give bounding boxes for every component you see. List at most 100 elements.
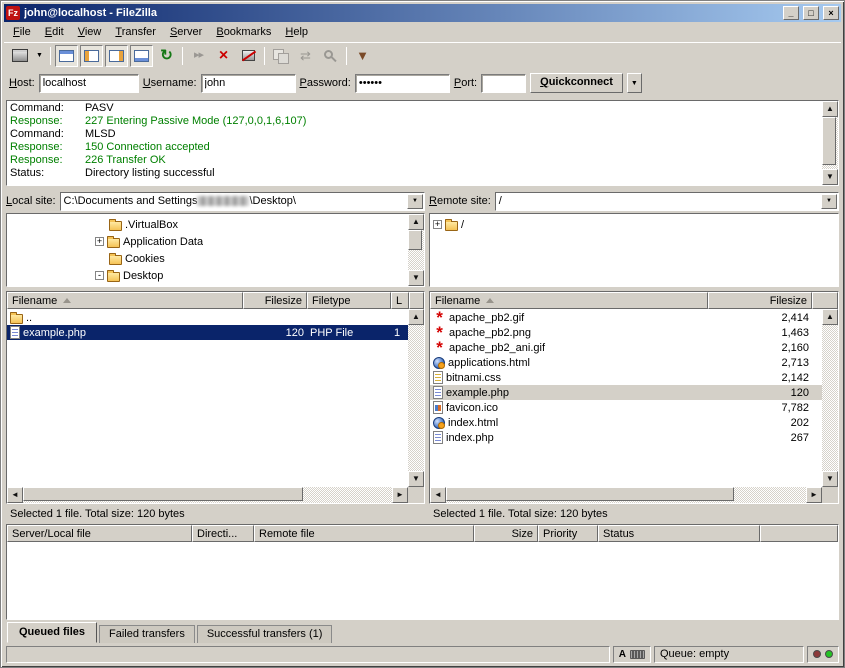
menu-item-view[interactable]: View bbox=[71, 23, 109, 41]
maximize-button[interactable]: □ bbox=[803, 6, 819, 20]
collapse-minus-icon[interactable]: - bbox=[95, 271, 104, 280]
tree-item-application-data[interactable]: +Application Data bbox=[7, 233, 408, 250]
title-bar[interactable]: Fz john@localhost - FileZilla _ □ × bbox=[4, 4, 841, 22]
menu-item-edit[interactable]: Edit bbox=[38, 23, 71, 41]
expand-plus-icon[interactable]: + bbox=[95, 237, 104, 246]
local-tree-scroll-track[interactable] bbox=[408, 230, 424, 270]
scroll-left-icon[interactable]: ◄ bbox=[430, 487, 446, 503]
local-site-combo[interactable]: C:\Documents and Settings\Desktop\ ▼ bbox=[60, 192, 425, 211]
column-header-size[interactable]: Size bbox=[474, 525, 538, 542]
cancel-button[interactable]: × bbox=[212, 45, 235, 67]
local-list-hscroll-track[interactable] bbox=[23, 487, 392, 503]
port-input[interactable] bbox=[481, 74, 526, 93]
remote-site-combo[interactable]: / ▼ bbox=[495, 192, 839, 211]
disconnect-button[interactable] bbox=[237, 45, 260, 67]
column-header-status[interactable]: Status bbox=[598, 525, 760, 542]
menu-item-help[interactable]: Help bbox=[278, 23, 315, 41]
file-name: index.html bbox=[448, 417, 498, 429]
scroll-down-icon[interactable]: ▼ bbox=[408, 471, 424, 487]
column-header-server-local-file[interactable]: Server/Local file bbox=[7, 525, 192, 542]
scroll-right-icon[interactable]: ► bbox=[392, 487, 408, 503]
scroll-down-icon[interactable]: ▼ bbox=[822, 169, 838, 185]
username-input[interactable] bbox=[201, 74, 296, 93]
file-row-[interactable]: .. bbox=[7, 310, 408, 325]
tree-item-cookies[interactable]: Cookies bbox=[7, 250, 408, 267]
host-input[interactable] bbox=[39, 74, 139, 93]
tree-item-virtualbox[interactable]: .VirtualBox bbox=[7, 216, 408, 233]
tab-queued-files[interactable]: Queued files bbox=[7, 622, 97, 643]
column-header-filesize[interactable]: Filesize bbox=[708, 292, 812, 309]
file-row-favicon-ico[interactable]: favicon.ico7,782 bbox=[430, 400, 822, 415]
menu-item-file[interactable]: File bbox=[6, 23, 38, 41]
scroll-up-icon[interactable]: ▲ bbox=[822, 101, 838, 117]
site-manager-button[interactable] bbox=[8, 45, 31, 67]
scroll-left-icon[interactable]: ◄ bbox=[7, 487, 23, 503]
menu-item-server[interactable]: Server bbox=[163, 23, 209, 41]
menu-item-bookmarks[interactable]: Bookmarks bbox=[209, 23, 278, 41]
column-header-filename[interactable]: Filename bbox=[7, 292, 243, 309]
tree-item-desktop[interactable]: -Desktop bbox=[7, 267, 408, 284]
scroll-down-icon[interactable]: ▼ bbox=[408, 270, 424, 286]
file-cell-text: 2,160 bbox=[781, 342, 809, 354]
column-header-filetype[interactable]: Filetype bbox=[307, 292, 391, 309]
file-row-applications-html[interactable]: applications.html2,713 bbox=[430, 355, 822, 370]
local-site-dropdown-icon[interactable]: ▼ bbox=[407, 194, 423, 209]
log-scroll-thumb[interactable] bbox=[822, 117, 836, 165]
log-line-label: Command: bbox=[7, 102, 85, 115]
local-list-vscroll-track[interactable] bbox=[408, 325, 424, 471]
column-header-filesize[interactable]: Filesize bbox=[243, 292, 307, 309]
column-header-remote-file[interactable]: Remote file bbox=[254, 525, 474, 542]
local-list-hscroll-thumb[interactable] bbox=[23, 487, 303, 501]
expand-plus-icon[interactable]: + bbox=[433, 220, 442, 229]
local-tree-scroll-thumb[interactable] bbox=[408, 230, 422, 250]
transfer-queue-body[interactable] bbox=[7, 542, 838, 619]
column-header-priority[interactable]: Priority bbox=[538, 525, 598, 542]
ico-file-icon bbox=[433, 401, 443, 414]
remote-list-hscrollbar[interactable]: ◄ ► bbox=[430, 487, 822, 503]
file-row-example-php[interactable]: example.php120 bbox=[430, 385, 822, 400]
refresh-button[interactable]: ↻ bbox=[155, 45, 178, 67]
remote-list-vscrollbar[interactable]: ▲ ▼ bbox=[822, 309, 838, 487]
toggle-local-tree-button[interactable] bbox=[80, 45, 103, 67]
log-scrollbar[interactable]: ▲ ▼ bbox=[822, 101, 838, 185]
toggle-log-button[interactable] bbox=[55, 45, 78, 67]
tab-successful-transfers-1[interactable]: Successful transfers (1) bbox=[197, 625, 333, 643]
column-header-directi[interactable]: Directi... bbox=[192, 525, 254, 542]
site-manager-dropdown-button[interactable]: ▼ bbox=[33, 45, 46, 67]
file-row-apache-pb2-png[interactable]: *apache_pb2.png1,463 bbox=[430, 325, 822, 340]
file-row-index-html[interactable]: index.html202 bbox=[430, 415, 822, 430]
password-input[interactable] bbox=[355, 74, 450, 93]
log-scroll-track[interactable] bbox=[822, 117, 838, 169]
scroll-up-icon[interactable]: ▲ bbox=[408, 309, 424, 325]
local-tree-scrollbar[interactable]: ▲ ▼ bbox=[408, 214, 424, 286]
file-row-apache-pb2-ani-gif[interactable]: *apache_pb2_ani.gif2,160 bbox=[430, 340, 822, 355]
quickconnect-button[interactable]: Quickconnect bbox=[530, 73, 623, 93]
file-cell-filler bbox=[812, 370, 822, 385]
scroll-right-icon[interactable]: ► bbox=[806, 487, 822, 503]
remote-list-hscroll-thumb[interactable] bbox=[446, 487, 734, 501]
scroll-up-icon[interactable]: ▲ bbox=[408, 214, 424, 230]
file-row-example-php[interactable]: example.php120PHP File1 bbox=[7, 325, 408, 340]
file-row-apache-pb2-gif[interactable]: *apache_pb2.gif2,414 bbox=[430, 310, 822, 325]
quickconnect-dropdown-icon[interactable]: ▼ bbox=[627, 73, 642, 93]
column-header-filename[interactable]: Filename bbox=[430, 292, 708, 309]
tab-failed-transfers[interactable]: Failed transfers bbox=[99, 625, 195, 643]
column-header-l[interactable]: L bbox=[391, 292, 409, 309]
close-button[interactable]: × bbox=[823, 6, 839, 20]
remote-list-hscroll-track[interactable] bbox=[446, 487, 806, 503]
minimize-button[interactable]: _ bbox=[783, 6, 799, 20]
remote-list-vscroll-track[interactable] bbox=[822, 325, 838, 471]
local-list-vscrollbar[interactable]: ▲ ▼ bbox=[408, 309, 424, 487]
tree-item-[interactable]: +/ bbox=[430, 216, 838, 233]
local-list-hscrollbar[interactable]: ◄ ► bbox=[7, 487, 408, 503]
remote-site-dropdown-icon[interactable]: ▼ bbox=[821, 194, 837, 209]
menu-item-transfer[interactable]: Transfer bbox=[108, 23, 163, 41]
scroll-down-icon[interactable]: ▼ bbox=[822, 471, 838, 487]
file-row-bitnami-css[interactable]: bitnami.css2,142 bbox=[430, 370, 822, 385]
file-row-index-php[interactable]: index.php267 bbox=[430, 430, 822, 445]
scroll-up-icon[interactable]: ▲ bbox=[822, 309, 838, 325]
toggle-remote-tree-button[interactable] bbox=[105, 45, 128, 67]
transfer-type-icon[interactable]: A bbox=[619, 649, 626, 660]
toggle-queue-button[interactable] bbox=[130, 45, 153, 67]
filter-button[interactable]: ▼ bbox=[351, 45, 374, 67]
